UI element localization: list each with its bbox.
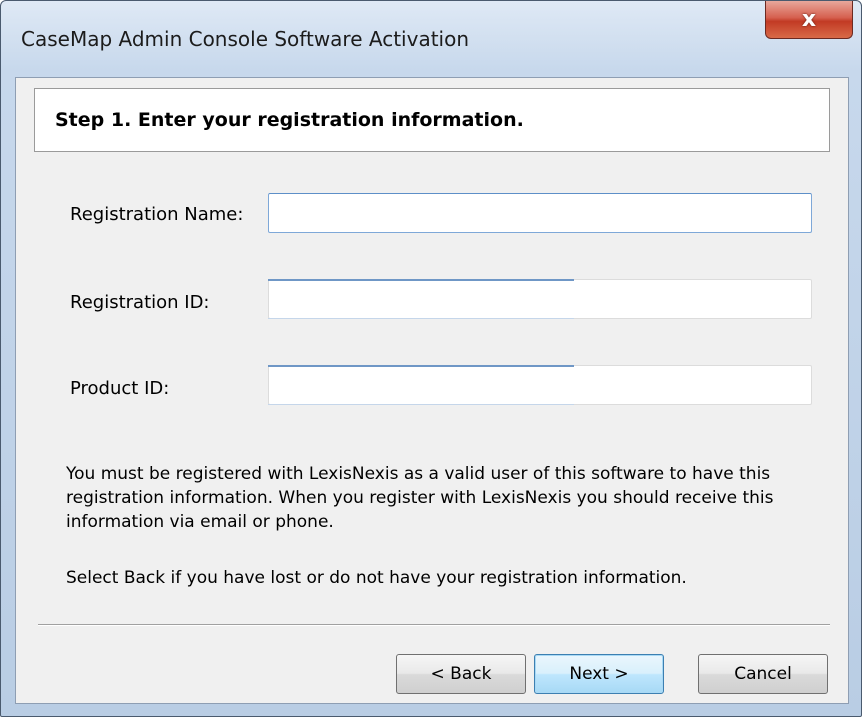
close-icon: x [801, 6, 817, 32]
product-id-field[interactable] [268, 365, 812, 405]
registration-id-input[interactable] [269, 280, 811, 318]
registration-id-label: Registration ID: [70, 292, 210, 313]
registration-name-input[interactable] [269, 194, 811, 232]
dialog-window: CaseMap Admin Console Software Activatio… [0, 0, 862, 717]
next-button[interactable]: Next > [534, 654, 664, 694]
dialog-client-area: Step 1. Enter your registration informat… [15, 77, 849, 704]
registration-info-text: You must be registered with LexisNexis a… [66, 464, 774, 532]
registration-id-field[interactable] [268, 279, 812, 319]
close-button[interactable]: x [765, 1, 853, 39]
footer-divider [38, 624, 830, 626]
back-button[interactable]: < Back [396, 654, 526, 694]
registration-name-label: Registration Name: [70, 204, 244, 225]
lost-info-text: Select Back if you have lost or do not h… [66, 568, 687, 588]
title-bar[interactable]: CaseMap Admin Console Software Activatio… [1, 1, 861, 77]
product-id-input[interactable] [269, 366, 811, 404]
step-title: Step 1. Enter your registration informat… [55, 109, 524, 131]
window-title: CaseMap Admin Console Software Activatio… [21, 27, 470, 51]
product-id-label: Product ID: [70, 378, 170, 399]
registration-name-field[interactable] [268, 193, 812, 233]
step-header: Step 1. Enter your registration informat… [34, 88, 830, 152]
cancel-button[interactable]: Cancel [698, 654, 828, 694]
